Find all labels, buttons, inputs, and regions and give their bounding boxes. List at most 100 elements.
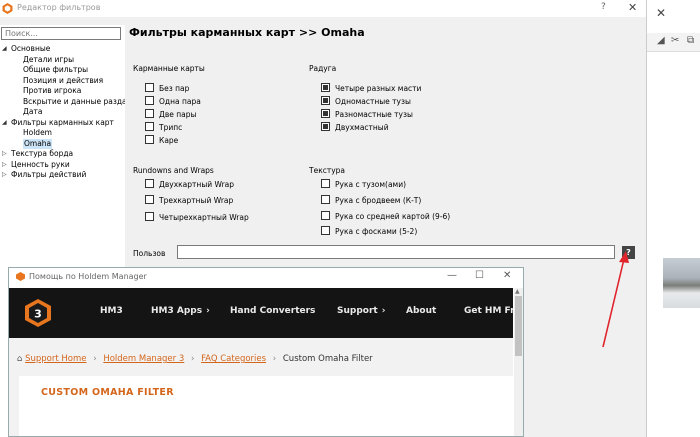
chevron-right-icon: › — [381, 306, 386, 316]
unchecked-box-icon[interactable] — [145, 195, 154, 204]
pocket-cards-section-title: Карманные карты — [133, 64, 205, 73]
nav-item-label: Get HM Fre — [464, 306, 513, 316]
rundowns-section-title: Rundowns and Wraps — [133, 166, 214, 175]
scrollbar-thumb[interactable] — [515, 296, 522, 356]
tree-item-label: Позиция и действия — [23, 75, 104, 85]
checked-box-icon[interactable] — [321, 109, 330, 118]
checkbox-label: Четырехкартный Wrap — [159, 213, 249, 222]
home-icon[interactable]: ⌂ — [17, 354, 22, 364]
help-window: Помощь по Holdem Manager — ☐ ✕ 3 HM3 HM3 … — [8, 267, 524, 437]
collapse-arrow-icon[interactable]: ◢ — [2, 118, 7, 129]
dropdown-arrow-icon[interactable]: ◢ — [657, 35, 665, 46]
checkbox-label: Одна пара — [159, 97, 201, 106]
scroll-up-icon[interactable]: ▲ — [515, 288, 520, 295]
cut-icon[interactable]: ✂ — [671, 35, 679, 46]
unchecked-box-icon[interactable] — [321, 179, 330, 188]
filter-editor-titlebar: Редактор фильтров ? ✕ — [0, 0, 646, 17]
checkbox-texture[interactable]: Рука с тузом(ами) — [321, 179, 406, 189]
unchecked-box-icon[interactable] — [145, 83, 154, 92]
copy-icon[interactable]: ⧉ — [687, 35, 694, 46]
nav-item[interactable]: About — [406, 306, 436, 316]
checkbox-rundowns[interactable]: Двухкартный Wrap — [145, 179, 234, 189]
tree-item[interactable]: Позиция и действия — [0, 76, 125, 87]
breadcrumb-holdem-manager-3[interactable]: Holdem Manager 3 — [103, 354, 184, 364]
nav-item[interactable]: Hand Converters — [230, 306, 315, 316]
user-filter-input[interactable] — [177, 245, 615, 259]
tree-item[interactable]: ▷ Текстура борда — [0, 149, 125, 160]
minimize-icon[interactable]: — — [447, 270, 457, 281]
checkbox-rundowns[interactable]: Трехкартный Wrap — [145, 195, 233, 205]
checkbox-pocket-cards[interactable]: Одна пара — [145, 96, 201, 106]
checkbox-rundowns[interactable]: Четырехкартный Wrap — [145, 212, 249, 222]
checkbox-label: Разномастные тузы — [335, 110, 413, 119]
nav-item[interactable]: Get HM Fre — [464, 306, 513, 316]
filter-tree: ◢ Основные Детали игры Общие фильтры Позиция… — [0, 44, 125, 181]
breadcrumb-support-home[interactable]: Support Home — [25, 354, 86, 364]
checked-box-icon[interactable] — [321, 122, 330, 131]
maximize-icon[interactable]: ☐ — [475, 270, 484, 281]
tree-item[interactable]: Общие фильтры — [0, 65, 125, 76]
search-input[interactable] — [1, 27, 121, 40]
close-icon[interactable]: ✕ — [628, 1, 637, 14]
tree-item[interactable]: Против игрока — [0, 86, 125, 97]
tree-item[interactable]: Дата — [0, 107, 125, 118]
tree-item-label: Детали игры — [23, 54, 74, 64]
tree-item[interactable]: ▷ Фильтры действий — [0, 170, 125, 181]
unchecked-box-icon[interactable] — [145, 135, 154, 144]
tree-item[interactable]: ◢ Основные — [0, 44, 125, 55]
unchecked-box-icon[interactable] — [145, 109, 154, 118]
expand-arrow-icon[interactable]: ▷ — [2, 160, 7, 171]
tree-item-label: Текстура борда — [11, 149, 74, 158]
help-icon[interactable]: ? — [601, 2, 606, 12]
nav-item-label: Hand Converters — [230, 306, 316, 316]
unchecked-box-icon[interactable] — [321, 195, 330, 204]
unchecked-box-icon[interactable] — [321, 211, 330, 220]
unchecked-box-icon[interactable] — [145, 122, 154, 131]
expand-arrow-icon[interactable]: ▷ — [2, 149, 7, 160]
tree-item[interactable]: Детали игры — [0, 55, 125, 66]
checkbox-texture[interactable]: Рука с фосками (5-2) — [321, 226, 417, 236]
breadcrumb-faq-categories[interactable]: FAQ Categories — [201, 354, 266, 364]
tree-item[interactable]: Omaha — [0, 138, 125, 149]
unchecked-box-icon[interactable] — [145, 96, 154, 105]
nav-item[interactable]: HM3 — [100, 306, 123, 316]
checkbox-pocket-cards[interactable]: Две пары — [145, 109, 196, 119]
filter-help-button[interactable]: ? — [622, 246, 635, 259]
checkbox-label: Рука с тузом(ами) — [335, 180, 407, 189]
tree-item[interactable]: Вскрытие и данные раздач — [0, 97, 125, 108]
checkbox-pocket-cards[interactable]: Без пар — [145, 83, 189, 93]
checked-box-icon[interactable] — [321, 83, 330, 92]
window-title: Редактор фильтров — [17, 3, 101, 12]
checkbox-rainbow[interactable]: Четыре разных масти — [321, 83, 421, 93]
expand-arrow-icon[interactable]: ▷ — [2, 170, 7, 181]
close-icon[interactable]: ✕ — [503, 270, 511, 281]
checkbox-texture[interactable]: Рука со средней картой (9-6) — [321, 211, 450, 221]
hm3-logo-icon[interactable]: 3 — [23, 298, 53, 328]
tree-item[interactable]: ▷ Ценность руки — [0, 160, 125, 171]
collapse-arrow-icon[interactable]: ◢ — [2, 44, 7, 55]
checkbox-rainbow[interactable]: Двухмастный — [321, 122, 389, 132]
checkbox-pocket-cards[interactable]: Каре — [145, 135, 178, 145]
help-window-scrollbar[interactable]: ▲ — [514, 288, 523, 436]
checkbox-pocket-cards[interactable]: Трипс — [145, 122, 182, 132]
help-page-content: ⌂ Support Home › Holdem Manager 3 › FAQ … — [9, 338, 513, 436]
tree-item[interactable]: ◢ Фильтры карманных карт — [0, 118, 125, 129]
checkbox-label: Двухкартный Wrap — [159, 180, 235, 189]
checkbox-label: Четыре разных масти — [335, 84, 422, 93]
checkbox-rainbow[interactable]: Разномастные тузы — [321, 109, 413, 119]
checkbox-texture[interactable]: Рука с бродвеем (К-Т) — [321, 195, 421, 205]
unchecked-box-icon[interactable] — [145, 212, 154, 221]
tree-item[interactable]: Holdem — [0, 128, 125, 139]
checkbox-label: Одномастные тузы — [335, 97, 411, 106]
checkbox-rainbow[interactable]: Одномастные тузы — [321, 96, 411, 106]
nav-item-label: HM3 — [100, 306, 123, 316]
nav-item[interactable]: Support › — [337, 306, 385, 316]
checkbox-label: Рука с бродвеем (К-Т) — [335, 196, 422, 205]
nav-item[interactable]: HM3 Apps › — [151, 306, 210, 316]
unchecked-box-icon[interactable] — [321, 226, 330, 235]
unchecked-box-icon[interactable] — [145, 179, 154, 188]
logo-number: 3 — [34, 308, 42, 321]
checked-box-icon[interactable] — [321, 96, 330, 105]
close-icon[interactable]: ✕ — [656, 6, 666, 20]
checkbox-label: Рука с фосками (5-2) — [335, 227, 418, 236]
